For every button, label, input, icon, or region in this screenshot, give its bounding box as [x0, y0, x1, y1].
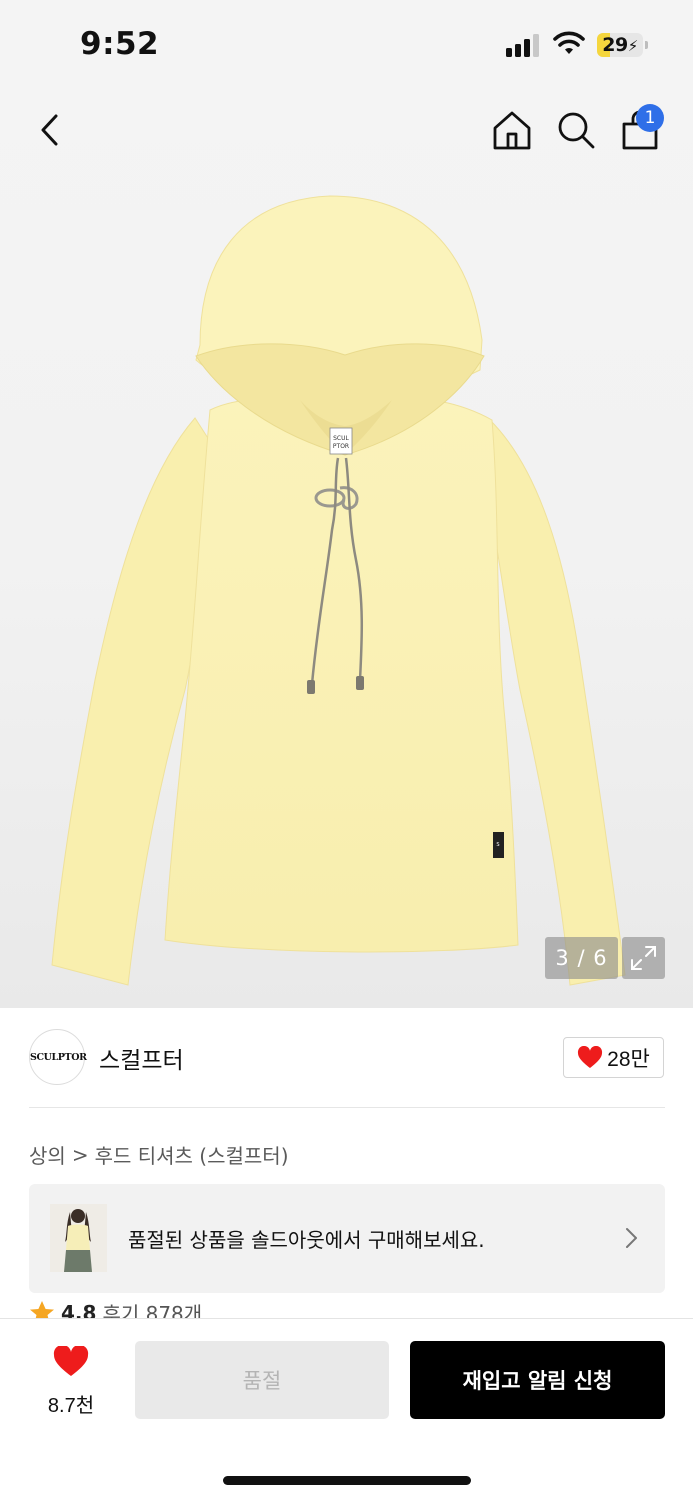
wifi-icon [553, 31, 585, 54]
brand-logo[interactable]: SCULPTOR [29, 1029, 87, 1085]
svg-text:PTOR: PTOR [333, 443, 349, 450]
breadcrumb-subcategory[interactable]: 후드 티셔츠 (스컬프터) [95, 1140, 289, 1169]
home-button[interactable] [490, 108, 534, 152]
soldout-banner[interactable]: 품절된 상품을 솔드아웃에서 구매해보세요. [29, 1184, 665, 1293]
cart-count-badge: 1 [636, 104, 664, 132]
breadcrumb-separator: > [71, 1142, 89, 1167]
soldout-button: 품절 [135, 1341, 389, 1419]
brand-like-button[interactable]: 28만 [563, 1037, 664, 1078]
bottom-action-bar: 8.7천 품절 재입고 알림 신청 [0, 1318, 693, 1500]
cellular-signal-icon [506, 33, 540, 57]
section-divider [29, 1107, 665, 1108]
search-button[interactable] [554, 108, 598, 152]
search-icon [558, 112, 595, 149]
battery-level: 29⚡ [602, 34, 638, 56]
battery-indicator: 29⚡ [597, 33, 643, 57]
brand-like-count: 28만 [607, 1047, 650, 1071]
home-indicator [223, 1476, 471, 1485]
product-detail-page: SCUL PTOR S 9:52 29⚡ 1 3 / 6 SCULPTOR 스컬… [0, 0, 693, 1500]
status-bar-time: 9:52 [80, 26, 160, 62]
svg-text:S: S [496, 842, 499, 848]
wishlist-button[interactable]: 8.7천 [28, 1343, 114, 1423]
breadcrumb-category[interactable]: 상의 [29, 1140, 66, 1169]
heart-icon [578, 1045, 603, 1068]
breadcrumb: 상의 > 후드 티셔츠 (스컬프터) [29, 1140, 289, 1169]
home-icon [493, 111, 531, 150]
heart-icon [53, 1346, 89, 1376]
chevron-right-icon [626, 1228, 637, 1248]
wishlist-count: 8.7천 [47, 1395, 95, 1417]
expand-icon [631, 946, 656, 970]
restock-alert-button[interactable]: 재입고 알림 신청 [410, 1341, 665, 1419]
image-counter: 3 / 6 [545, 937, 618, 979]
soldout-banner-text: 품절된 상품을 솔드아웃에서 구매해보세요. [128, 1228, 485, 1252]
svg-text:SCUL: SCUL [333, 435, 349, 442]
soldout-thumbnail [50, 1204, 107, 1272]
expand-image-button[interactable] [622, 937, 665, 979]
product-image-gallery[interactable]: SCUL PTOR S 9:52 29⚡ 1 3 / 6 [0, 0, 693, 1008]
chevron-left-icon [41, 114, 58, 146]
back-button[interactable] [30, 110, 70, 150]
brand-name[interactable]: 스컬프터 [99, 1041, 184, 1075]
battery-cap [645, 41, 648, 49]
